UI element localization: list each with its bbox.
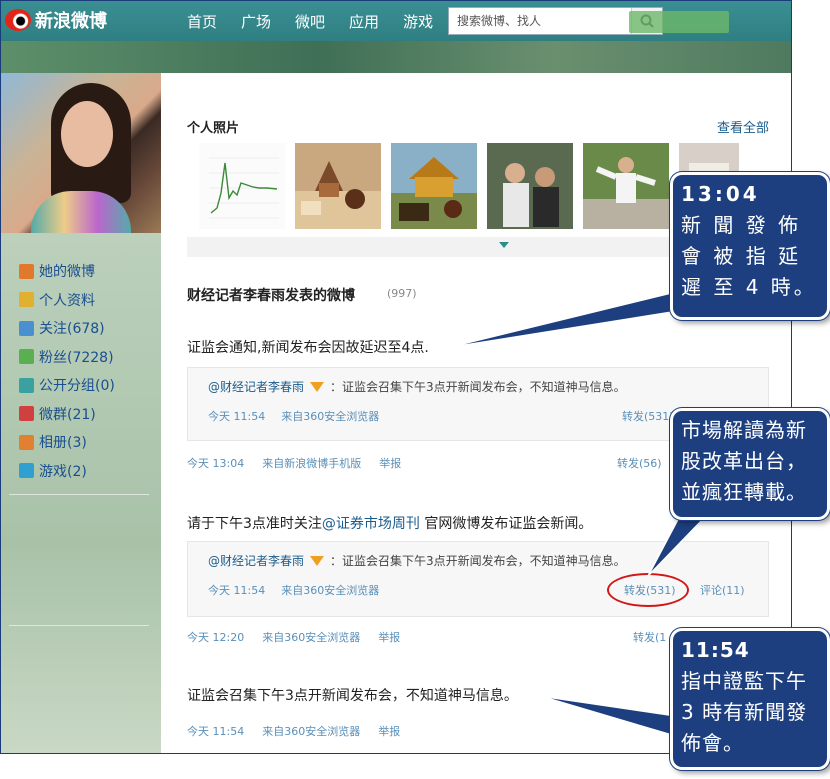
quote-time-link[interactable]: 今天 11:54 — [208, 584, 265, 597]
repost-quote-box: @财经记者李春雨 ：证监会召集下午3点开新闻发布会，不知道神马信息。 今天 11:… — [187, 541, 769, 617]
quote-text: @财经记者李春雨 ：证监会召集下午3点开新闻发布会，不知道神马信息。 — [208, 554, 626, 568]
post-meta: 今天 13:04 来自新浪微博手机版 举报 — [187, 455, 419, 471]
photo-thumbnail[interactable] — [487, 143, 573, 229]
callout-time: 11:54 — [681, 638, 750, 662]
post-meta: 今天 11:54 来自360安全浏览器 举报 — [187, 723, 418, 739]
post-repost-link[interactable]: 转发(56) — [617, 455, 662, 471]
sidebar-item[interactable]: 游戏(2) — [19, 457, 161, 486]
sidebar-item-label: 公开分组(0) — [39, 378, 115, 395]
annotation-callout-2: 市場解讀為新股改革出台，並瘋狂轉載。 — [670, 408, 830, 520]
sidebar-item-label: 相册(3) — [39, 435, 87, 452]
sidebar-item-label: 粉丝(7228) — [39, 349, 114, 366]
mention-link[interactable]: @证券市场周刊 — [322, 516, 420, 532]
sidebar-item-label: 她的微博 — [39, 264, 95, 281]
nav-home[interactable]: 首页 — [187, 11, 217, 32]
photo-thumbnail[interactable] — [199, 143, 285, 229]
sidebar-item-label: 个人资料 — [39, 292, 95, 309]
callout-text: 市場解讀為新股改革出台，並瘋狂轉載。 — [681, 418, 807, 504]
post-source-link[interactable]: 来自360安全浏览器 — [262, 631, 360, 644]
quote-meta: 今天 11:54 来自360安全浏览器 — [208, 408, 395, 424]
profile-banner — [1, 11, 791, 73]
avatar[interactable] — [1, 73, 161, 233]
sidebar-item[interactable]: 关注(678) — [19, 314, 161, 343]
annotation-callout-3: 11:54 指中證監下午 3 時有新聞發佈會。 — [670, 628, 830, 770]
main-nav: 首页 广场 微吧 应用 游戏 — [187, 11, 433, 32]
profile-icon — [19, 292, 34, 308]
photo-strip — [199, 143, 739, 229]
home-icon — [19, 263, 34, 279]
quote-user-link[interactable]: @财经记者李春雨 — [208, 554, 304, 568]
sidebar-divider — [9, 625, 149, 626]
report-link[interactable]: 举报 — [378, 631, 400, 644]
post-text: 证监会通知,新闻发布会因故延迟至4点. — [187, 340, 429, 356]
see-all-photos-link[interactable]: 查看全部 — [717, 117, 769, 136]
sidebar-item[interactable]: 个人资料 — [19, 286, 161, 315]
annotation-callout-1: 13:04 新 聞 發 佈 會 被 指 延 遲 至 4 時。 — [670, 172, 830, 320]
sidebar-item[interactable]: 微群(21) — [19, 400, 161, 429]
photo-thumbnail[interactable] — [583, 143, 669, 229]
expand-arrow-icon[interactable] — [499, 242, 509, 248]
post-text: 证监会召集下午3点开新闻发布会，不知道神马信息。 — [187, 688, 518, 704]
game-icon — [19, 463, 34, 479]
callout-text: 指中證監下午 3 時有新聞發佈會。 — [681, 669, 808, 755]
sidebar-item[interactable]: 公开分组(0) — [19, 371, 161, 400]
photo-thumbnail[interactable] — [295, 143, 381, 229]
quote-text: @财经记者李春雨 ：证监会召集下午3点开新闻发布会，不知道神马信息。 — [208, 380, 626, 394]
post-time-link[interactable]: 今天 13:04 — [187, 457, 244, 470]
sidebar-item[interactable]: 她的微博 — [19, 257, 161, 286]
fans-icon — [19, 349, 34, 365]
post-meta: 今天 12:20 来自360安全浏览器 举报 — [187, 629, 418, 645]
quote-source-link[interactable]: 来自360安全浏览器 — [281, 410, 379, 423]
verified-v-icon — [310, 382, 325, 392]
post-source-link[interactable]: 来自360安全浏览器 — [262, 725, 360, 738]
quote-meta: 今天 11:54 来自360安全浏览器 — [208, 582, 395, 598]
post-time-link[interactable]: 今天 12:20 — [187, 631, 244, 644]
verified-v-icon — [310, 556, 325, 566]
group-icon — [19, 377, 34, 393]
callout-text: 新 聞 發 佈 會 被 指 延 遲 至 4 時。 — [681, 213, 817, 299]
post-repost-link[interactable]: 转发(1 — [633, 629, 666, 645]
sidebar-divider — [9, 494, 149, 495]
quote-time-link[interactable]: 今天 11:54 — [208, 410, 265, 423]
logo-text: 新浪微博 — [35, 11, 107, 32]
nav-square[interactable]: 广场 — [241, 11, 271, 32]
follow-icon — [19, 320, 34, 336]
search-input[interactable] — [449, 8, 631, 34]
profile-sidebar: 她的微博个人资料关注(678) 粉丝(7228) 公开分组(0) 微群(21) 相册(3… — [1, 233, 161, 753]
quote-repost-link[interactable]: 转发(531) — [622, 408, 674, 424]
sidebar-item[interactable]: 相册(3) — [19, 428, 161, 457]
post-source-link[interactable]: 来自新浪微博手机版 — [262, 457, 361, 470]
photos-section-title: 个人照片 — [187, 121, 240, 136]
sidebar-item[interactable]: 粉丝(7228) — [19, 343, 161, 372]
callout-time: 13:04 — [681, 182, 760, 206]
weibo-eye-icon — [5, 9, 31, 31]
weiqun-icon — [19, 406, 34, 422]
sidebar-menu: 她的微博个人资料关注(678) 粉丝(7228) 公开分组(0) 微群(21) 相册(3… — [1, 233, 161, 485]
weibo-count: (997) — [387, 287, 417, 300]
sidebar-item-label: 关注(678) — [39, 321, 105, 338]
report-link[interactable]: 举报 — [378, 725, 400, 738]
quote-user-link[interactable]: @财经记者李春雨 — [208, 380, 304, 394]
report-link[interactable]: 举报 — [379, 457, 401, 470]
weibo-list-title: 财经记者李春雨发表的微博 — [187, 288, 355, 304]
sidebar-item-label: 微群(21) — [39, 406, 96, 423]
sidebar-item-label: 游戏(2) — [39, 463, 87, 480]
photo-thumbnail[interactable] — [391, 143, 477, 229]
highlight-circle — [607, 573, 689, 607]
nav-apps[interactable]: 应用 — [349, 11, 379, 32]
nav-weiba[interactable]: 微吧 — [295, 11, 325, 32]
post-time-link[interactable]: 今天 11:54 — [187, 725, 244, 738]
quote-source-link[interactable]: 来自360安全浏览器 — [281, 584, 379, 597]
post-text: 请于下午3点准时关注@证券市场周刊 官网微博发布证监会新闻。 — [187, 516, 593, 532]
album-icon — [19, 434, 34, 450]
sina-weibo-logo[interactable]: 新浪微博 — [5, 7, 107, 33]
quote-comment-link[interactable]: 评论(11) — [700, 582, 745, 598]
nav-games[interactable]: 游戏 — [403, 11, 433, 32]
banner-button — [629, 11, 729, 33]
